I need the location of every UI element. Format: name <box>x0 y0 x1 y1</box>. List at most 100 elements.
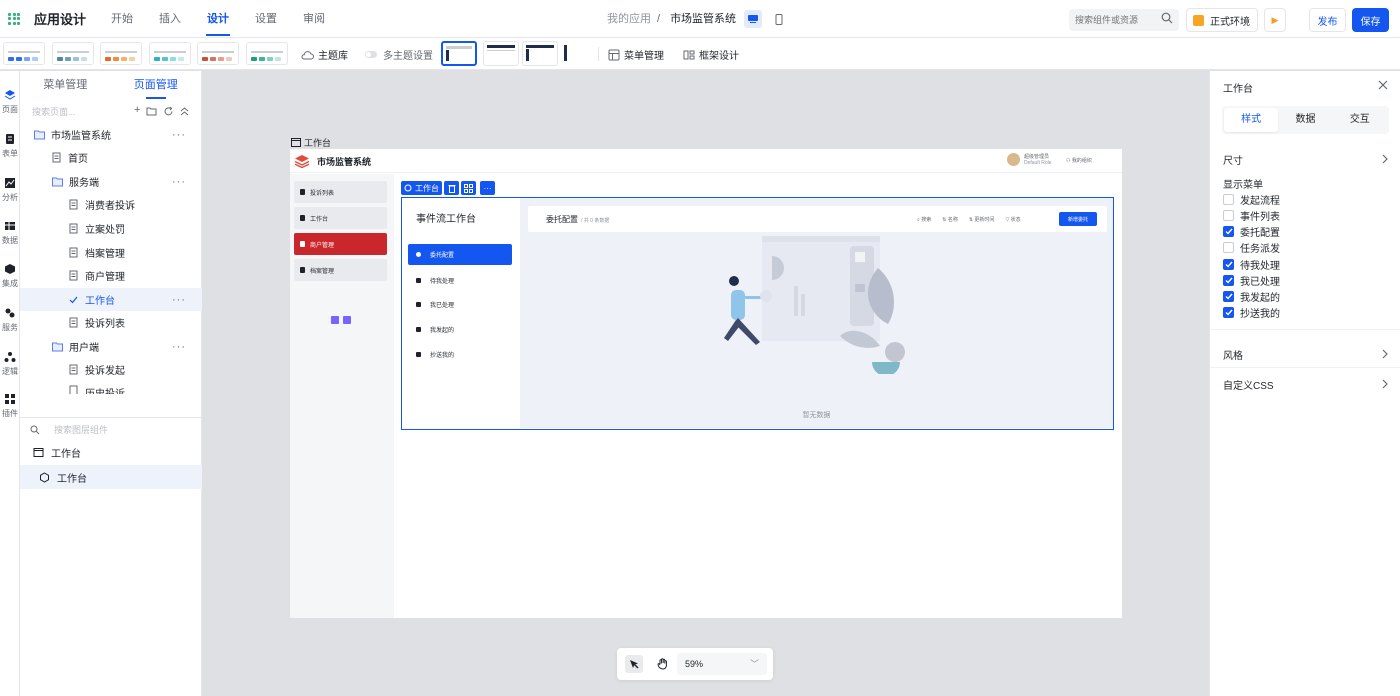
workflow-item-delegation[interactable]: 委托配置 <box>408 244 512 265</box>
more-icon[interactable]: ··· <box>172 176 186 188</box>
breadcrumb-root[interactable]: 我的应用 <box>607 0 651 38</box>
layer-search-input[interactable]: 搜索图层组件 <box>30 423 108 436</box>
sidebar-item-workbench[interactable]: 工作台 <box>294 207 387 229</box>
rail-item-forms[interactable]: 表单 <box>0 133 20 159</box>
frame-design-button[interactable]: 框架设计 <box>683 47 739 62</box>
checkbox[interactable] <box>1223 241 1234 253</box>
theme-swatch-2[interactable] <box>52 42 94 65</box>
more-actions-icon[interactable]: ··· <box>480 181 495 195</box>
theme-swatch-4[interactable] <box>149 42 191 65</box>
tree-folder-market-system[interactable]: 市场监管系统 ··· <box>20 123 202 146</box>
filter-name[interactable]: ⇅ 名称 <box>942 216 958 223</box>
artboard-label[interactable]: 工作台 <box>291 136 331 149</box>
rail-item-service[interactable]: 服务 <box>0 307 20 333</box>
theme-library-button[interactable]: 主题库 <box>301 47 348 62</box>
section-style[interactable]: 风格 <box>1223 347 1389 362</box>
menu-option-initiated[interactable]: 我发起的 <box>1223 289 1280 304</box>
tree-folder-service[interactable]: 服务端 ··· <box>20 170 202 193</box>
tree-page-home[interactable]: 首页 <box>20 146 202 169</box>
collapse-icon[interactable] <box>180 106 189 117</box>
publish-button[interactable]: 发布 <box>1309 8 1346 32</box>
rail-item-pages[interactable]: 页面 <box>0 89 20 115</box>
component-name-button[interactable]: 工作台 <box>401 181 442 195</box>
more-icon[interactable]: ··· <box>172 294 186 306</box>
close-icon[interactable] <box>1378 79 1388 93</box>
menu-option-done[interactable]: 我已处理 <box>1223 273 1280 288</box>
search-icon[interactable] <box>1161 12 1173 27</box>
layer-item-workbench-page[interactable]: 工作台 <box>20 440 202 464</box>
section-size[interactable]: 尺寸 <box>1223 152 1389 167</box>
rail-item-plugins[interactable]: 插件 <box>0 393 20 419</box>
tree-page-complaint-submit[interactable]: 投诉发起 <box>20 358 202 381</box>
app-grid-icon[interactable] <box>8 12 20 25</box>
pointer-tool-icon[interactable] <box>625 655 643 673</box>
mobile-preview-icon[interactable] <box>770 10 788 28</box>
menu-option-task-dispatch[interactable]: 任务派发 <box>1223 240 1280 255</box>
layout-option-left-nav[interactable] <box>441 41 477 66</box>
selected-workbench-component[interactable]: 事件流工作台 委托配置 待我处理 我已处理 我发起的 抄送我的 委托配置 / 共 … <box>401 197 1114 430</box>
tree-folder-user[interactable]: 用户端 ··· <box>20 335 202 358</box>
delete-icon[interactable] <box>444 181 459 195</box>
save-button[interactable]: 保存 <box>1352 8 1389 32</box>
tree-page-history[interactable]: 历史投诉 <box>20 382 202 394</box>
checkbox[interactable] <box>1223 193 1234 205</box>
theme-swatch-1[interactable] <box>3 42 45 65</box>
workflow-item-pending[interactable]: 待我处理 <box>408 270 512 291</box>
menu-option-cc[interactable]: 抄送我的 <box>1223 305 1280 320</box>
workflow-item-cc[interactable]: 抄送我的 <box>408 344 512 365</box>
tab-style[interactable]: 样式 <box>1224 108 1279 132</box>
workflow-item-initiated[interactable]: 我发起的 <box>408 319 512 340</box>
tree-page-archive[interactable]: 档案管理 <box>20 241 202 264</box>
new-folder-icon[interactable] <box>146 106 157 117</box>
add-page-icon[interactable]: + <box>134 104 140 117</box>
page-search-input[interactable]: 搜索页面... <box>32 105 76 118</box>
layout-option-top-nav[interactable] <box>483 41 519 66</box>
checkbox[interactable] <box>1223 209 1234 221</box>
tree-page-consumer-complaint[interactable]: 消费者投诉 <box>20 193 202 216</box>
menu-option-start-flow[interactable]: 发起流程 <box>1223 192 1280 207</box>
nav-design[interactable]: 设计 <box>194 0 242 38</box>
more-icon[interactable]: ··· <box>172 129 186 141</box>
workflow-item-done[interactable]: 我已处理 <box>408 294 512 315</box>
checkbox-checked[interactable] <box>1223 290 1234 302</box>
nav-settings[interactable]: 设置 <box>242 0 290 38</box>
hand-tool-icon[interactable] <box>653 655 671 673</box>
rail-item-integration[interactable]: 集成 <box>0 263 20 289</box>
new-delegation-button[interactable]: 新增委托 <box>1059 212 1097 226</box>
desktop-preview-icon[interactable] <box>744 10 763 28</box>
filter-search[interactable]: ⌕ 搜索 <box>917 216 931 223</box>
collapse-icon[interactable] <box>343 316 351 324</box>
nav-start[interactable]: 开始 <box>98 0 146 38</box>
refresh-icon[interactable] <box>163 106 174 117</box>
tab-interaction[interactable]: 交互 <box>1333 108 1387 132</box>
filter-status[interactable]: ▽ 状态 <box>1005 216 1020 223</box>
layout-option-mixed-nav[interactable] <box>522 41 558 66</box>
checkbox-checked[interactable] <box>1223 225 1234 237</box>
tree-page-merchant[interactable]: 商户管理 <box>20 264 202 287</box>
more-icon[interactable]: ··· <box>172 341 186 353</box>
multi-theme-toggle[interactable]: 多主题设置 <box>365 47 433 62</box>
tab-data[interactable]: 数据 <box>1278 108 1332 132</box>
zoom-select[interactable]: 59% ﹀ <box>677 653 767 675</box>
menu-manage-button[interactable]: 菜单管理 <box>608 47 664 62</box>
rail-item-analysis[interactable]: 分析 <box>0 177 20 203</box>
menu-option-delegation[interactable]: 委托配置 <box>1223 224 1280 239</box>
layer-item-workbench-component[interactable]: 工作台 <box>20 465 202 489</box>
tree-page-workbench[interactable]: 工作台 ··· <box>20 288 202 311</box>
menu-option-pending[interactable]: 待我处理 <box>1223 257 1280 272</box>
select-parent-icon[interactable] <box>461 181 476 195</box>
tab-menu-manage[interactable]: 菜单管理 <box>20 71 111 99</box>
environment-button[interactable]: 正式环境 <box>1186 8 1258 32</box>
theme-swatch-3[interactable] <box>100 42 142 65</box>
sidebar-item-complaint-list[interactable]: 投诉列表 <box>294 181 387 203</box>
tree-page-case-penalty[interactable]: 立案处罚 <box>20 217 202 240</box>
checkbox-checked[interactable] <box>1223 258 1234 270</box>
checkbox-checked[interactable] <box>1223 306 1234 318</box>
expand-icon[interactable] <box>331 316 339 324</box>
filter-updated-time[interactable]: ⇅ 更新时间 <box>969 216 995 223</box>
rail-item-data[interactable]: 数据 <box>0 220 20 246</box>
tree-page-complaint-list[interactable]: 投诉列表 <box>20 311 202 334</box>
checkbox-checked[interactable] <box>1223 274 1234 286</box>
theme-swatch-6[interactable] <box>246 42 288 65</box>
nav-insert[interactable]: 插入 <box>146 0 194 38</box>
